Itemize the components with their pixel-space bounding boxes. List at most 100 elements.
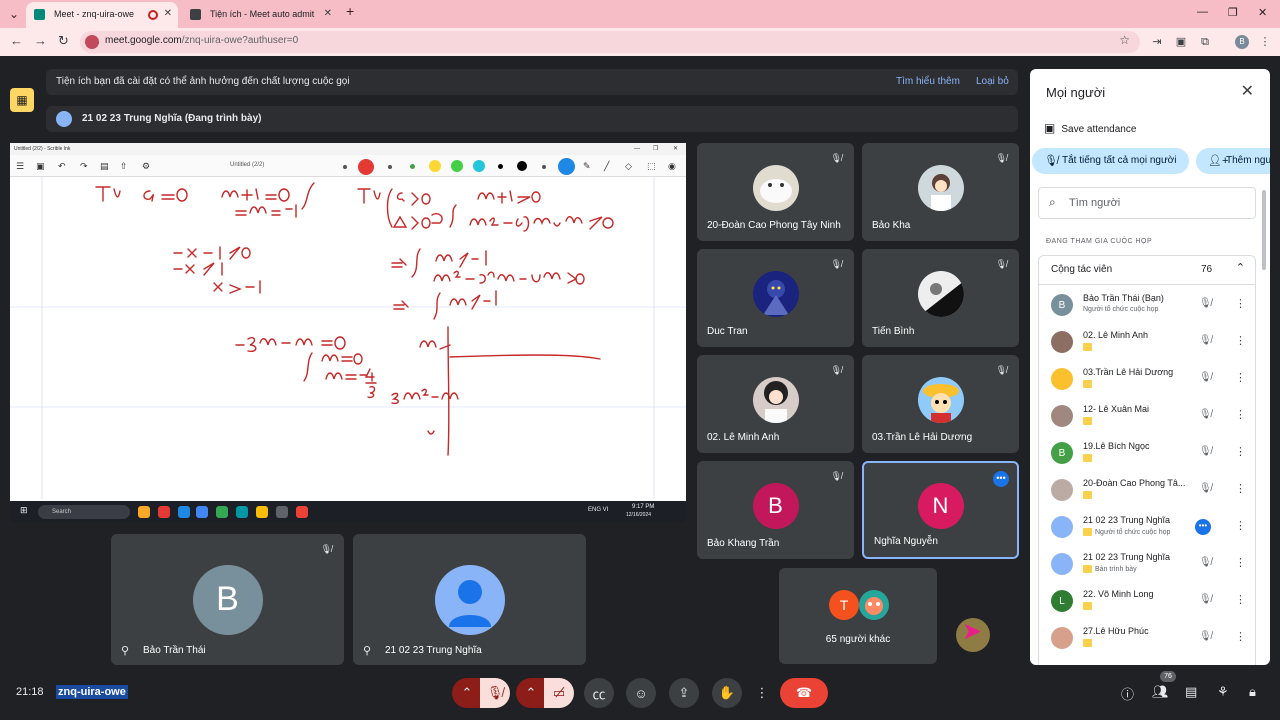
collaborators-group-header[interactable]: Cộng tác viên 76 ⌃	[1038, 255, 1256, 285]
back-icon[interactable]: ←	[10, 33, 23, 48]
participant-tile[interactable]: 🎙︎̸ Duc Tran	[697, 249, 854, 347]
camera-options-chevron-icon[interactable]: ⌃	[516, 678, 546, 708]
participant-avatar	[1051, 553, 1073, 575]
more-vert-icon[interactable]: ⋮	[1235, 482, 1246, 495]
list-item[interactable]: B Bảo Trần Thái (Bạn) Người tổ chức cuộc…	[1039, 287, 1255, 324]
participant-avatar	[752, 165, 799, 211]
mic-off-icon[interactable]: 🎙︎̸	[1199, 372, 1212, 383]
host-controls-icon[interactable]: 🔒︎	[1249, 684, 1256, 700]
participant-name: 21 02 23 Trung Nghĩa	[1083, 515, 1171, 525]
reload-icon[interactable]: ↻	[58, 33, 69, 49]
extensions-puzzle-icon[interactable]: ⧉	[1198, 35, 1212, 49]
tab-close-icon[interactable]: ✕	[324, 2, 332, 26]
present-screen-button[interactable]: ⇪	[669, 678, 699, 708]
people-search[interactable]: ⌕	[1038, 187, 1256, 219]
mic-off-icon[interactable]: 🎙︎̸	[1199, 594, 1212, 605]
tab-meet[interactable]: Meet - znq-uira-owe ✕	[26, 2, 178, 28]
meeting-code[interactable]: znq-uira-owe	[56, 685, 128, 699]
list-item[interactable]: 12- Lê Xuân Mai 🎙︎̸ ⋮	[1039, 398, 1255, 435]
close-panel-icon[interactable]: ✕	[1241, 81, 1254, 101]
mic-off-icon[interactable]: 🎙︎̸	[1199, 557, 1212, 568]
new-tab-icon[interactable]: +	[346, 3, 354, 19]
list-item[interactable]: 21 02 23 Trung Nghĩa Bản trình bày 🎙︎̸ ⋮	[1039, 546, 1255, 583]
list-item[interactable]: B 19.Lê Bích Ngọc 🎙︎̸ ⋮	[1039, 435, 1255, 472]
profile-avatar[interactable]: B	[1235, 35, 1249, 49]
participant-tile-active[interactable]: ••• N Nghĩa Nguyễn	[862, 461, 1019, 559]
participant-tile[interactable]: 🎙︎̸ 03.Trần Lê Hải Dương	[862, 355, 1019, 453]
restore-icon[interactable]: ❐	[1228, 6, 1238, 19]
people-search-input[interactable]	[1069, 195, 1239, 211]
more-options-icon[interactable]: •••	[993, 471, 1009, 487]
camera-toggle-button[interactable]: ▭̸	[544, 678, 574, 708]
people-icon[interactable]: 👥︎	[1152, 684, 1169, 700]
extension-arrow-icon[interactable]: ⇥	[1150, 35, 1164, 49]
leave-call-button[interactable]: ☎	[780, 678, 828, 708]
captions-button[interactable]: ㏄	[584, 678, 614, 708]
participant-name: 02. Lê Minh Anh	[1083, 330, 1149, 340]
mic-off-icon[interactable]: 🎙︎̸	[1199, 298, 1212, 309]
tab-search-icon[interactable]: ⌄	[4, 4, 24, 24]
raise-hand-button[interactable]: ✋	[712, 678, 742, 708]
mic-toggle-button[interactable]: 🎙︎̸	[480, 678, 510, 708]
chat-icon[interactable]: ▤	[1185, 684, 1197, 700]
mic-off-icon[interactable]: 🎙︎̸	[1199, 335, 1212, 346]
more-vert-icon[interactable]: ⋮	[1235, 408, 1246, 421]
participant-tile[interactable]: 🎙︎̸ 02. Lê Minh Anh	[697, 355, 854, 453]
emoji-reaction-button[interactable]: ☺	[626, 678, 656, 708]
more-options-button[interactable]: ⋮	[752, 678, 772, 708]
mic-off-icon: 🎙︎̸	[830, 365, 842, 375]
browser-menu-icon[interactable]: ⋮	[1258, 35, 1272, 49]
dismiss-link[interactable]: Loại bỏ	[976, 76, 1009, 87]
pin-icon: ⚲	[121, 645, 130, 657]
participant-tile[interactable]: 🎙︎̸ B Bảo Khang Trần	[697, 461, 854, 559]
group-label: Cộng tác viên	[1051, 264, 1113, 275]
participant-tile[interactable]: 🎙︎̸ Tiến Bình	[862, 249, 1019, 347]
more-vert-icon[interactable]: ⋮	[1235, 371, 1246, 384]
taskbar-time: 9:17 PM	[632, 504, 655, 510]
more-vert-icon[interactable]: ⋮	[1235, 556, 1246, 569]
more-vert-icon[interactable]: ⋮	[1235, 519, 1246, 532]
list-item[interactable]: 02. Lê Minh Anh 🎙︎̸ ⋮	[1039, 324, 1255, 361]
panel-scrollbar[interactable]	[1262, 190, 1266, 270]
tab-extension[interactable]: Tiện ích - Meet auto admit ✕	[182, 2, 338, 28]
add-people-button[interactable]: 👤︎+ Thêm ngư	[1196, 148, 1270, 174]
more-vert-icon[interactable]: ⋮	[1235, 445, 1246, 458]
window-close-icon[interactable]: ✕	[1258, 6, 1267, 19]
extension-warning-banner: Tiện ích bạn đã cài đặt có thể ảnh hưởng…	[46, 69, 1018, 95]
participant-tile[interactable]: 🎙︎̸ 20-Đoàn Cao Phong Tây Ninh	[697, 143, 854, 241]
more-vert-icon[interactable]: ⋮	[1235, 630, 1246, 643]
extension-warning-icon[interactable]: ▦	[10, 88, 34, 112]
mic-options-chevron-icon[interactable]: ⌃	[452, 678, 482, 708]
forward-icon[interactable]: →	[34, 33, 47, 48]
list-item[interactable]: 21 02 23 Trung Nghĩa Người tổ chức cuộc …	[1039, 509, 1255, 546]
extension-icon[interactable]: ▣	[1174, 35, 1188, 49]
redo-icon: ↷	[80, 161, 88, 171]
mute-all-button[interactable]: 🎙︎̸ Tắt tiếng tất cả mọi người	[1032, 148, 1189, 174]
site-info-icon[interactable]	[85, 35, 99, 49]
others-tile[interactable]: T 65 người khác	[779, 568, 937, 664]
list-item[interactable]: 27.Lê Hữu Phúc 🎙︎̸ ⋮	[1039, 620, 1255, 657]
pinned-participant-tile[interactable]: 🎙︎̸ B ⚲ Bảo Trần Thái	[111, 534, 344, 665]
more-vert-icon[interactable]: ⋮	[1235, 334, 1246, 347]
list-item[interactable]: L 22. Võ Minh Long 🎙︎̸ ⋮	[1039, 583, 1255, 620]
mic-off-icon[interactable]: 🎙︎̸	[1199, 409, 1212, 420]
more-vert-icon[interactable]: ⋮	[1235, 297, 1246, 310]
learn-more-link[interactable]: Tìm hiểu thêm	[896, 76, 960, 87]
participant-tile[interactable]: 🎙︎̸ Bảo Kha	[862, 143, 1019, 241]
chevron-up-icon[interactable]: ⌃	[1236, 261, 1245, 274]
omnibox[interactable]: meet.google.com/znq-uira-owe?authuser=0 …	[80, 31, 1140, 53]
mic-off-icon[interactable]: 🎙︎̸	[1199, 446, 1212, 457]
meeting-info-icon[interactable]: ⓘ	[1121, 684, 1134, 703]
save-attendance-button[interactable]: ▣ Save attendance	[1044, 121, 1136, 135]
more-vert-icon[interactable]: ⋮	[1235, 593, 1246, 606]
mic-off-icon[interactable]: 🎙︎̸	[1199, 483, 1212, 494]
pinned-participant-tile[interactable]: ⚲ 21 02 23 Trung Nghĩa	[353, 534, 586, 665]
bookmark-star-icon[interactable]: ☆	[1119, 33, 1130, 47]
mic-off-icon[interactable]: 🎙︎̸	[1199, 631, 1212, 642]
pen-color-black-small	[498, 164, 503, 169]
tab-close-icon[interactable]: ✕	[164, 2, 172, 26]
list-item[interactable]: 20-Đoàn Cao Phong Tâ... 🎙︎̸ ⋮	[1039, 472, 1255, 509]
activities-icon[interactable]: ⚘	[1217, 684, 1229, 700]
list-item[interactable]: 03.Trần Lê Hải Dương 🎙︎̸ ⋮	[1039, 361, 1255, 398]
minimize-icon[interactable]: —	[1197, 6, 1208, 18]
